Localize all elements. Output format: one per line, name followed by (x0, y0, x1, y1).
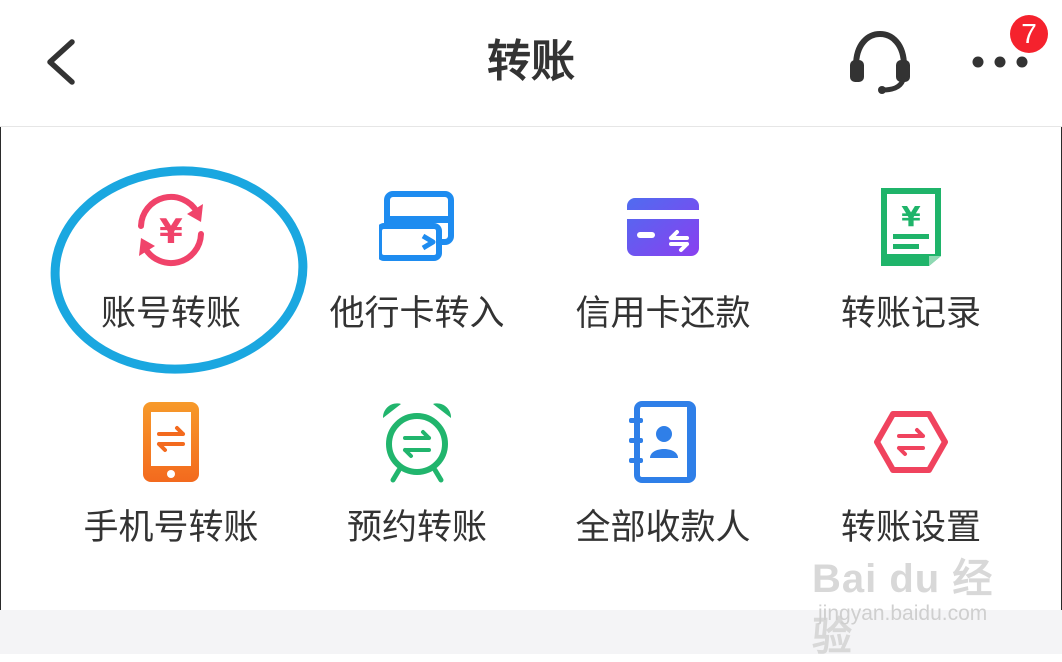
header-divider (0, 126, 1062, 127)
grid-item-label: 转账记录 (840, 294, 981, 334)
grid-item-scheduled-transfer[interactable]: 预约转账 (292, 400, 542, 570)
card-transfer-in-icon (379, 191, 454, 261)
grid-item-account-transfer[interactable]: ¥ 账号转账 (46, 186, 296, 356)
grid-item-label: 信用卡还款 (575, 294, 751, 334)
grid-item-transfer-records[interactable]: ¥ 转账记录 (786, 186, 1036, 356)
phone-transfer-icon (143, 402, 199, 482)
hexagon-transfer-icon (874, 411, 948, 473)
grid-item-label: 转账设置 (840, 508, 981, 548)
grid-item-label: 全部收款人 (575, 508, 751, 548)
grid-item-label: 他行卡转入 (329, 294, 505, 334)
nav-header: 转账 7 (0, 0, 1062, 126)
alarm-clock-transfer-icon (382, 403, 452, 483)
svg-text:¥: ¥ (159, 212, 183, 252)
headset-icon (850, 30, 910, 94)
svg-text:¥: ¥ (901, 200, 921, 233)
grid-item-all-payees[interactable]: 全部收款人 (538, 400, 788, 570)
yuan-cycle-icon: ¥ (138, 193, 204, 267)
credit-card-repay-icon (627, 198, 699, 256)
grid-item-other-bank-card-in[interactable]: 他行卡转入 (292, 186, 542, 356)
grid-item-label: 预约转账 (346, 508, 487, 548)
grid-item-transfer-settings[interactable]: 转账设置 (786, 400, 1036, 570)
grid-item-label: 账号转账 (100, 294, 241, 334)
customer-service-button[interactable] (842, 30, 918, 96)
grid-item-phone-transfer[interactable]: 手机号转账 (46, 400, 296, 570)
grid-item-label: 手机号转账 (83, 508, 259, 548)
yuan-receipt-icon: ¥ (881, 188, 941, 266)
grid-item-credit-card-repay[interactable]: 信用卡还款 (538, 186, 788, 356)
contacts-book-icon (629, 401, 696, 483)
section-separator (0, 610, 1062, 654)
notification-badge: 7 (1010, 15, 1048, 53)
